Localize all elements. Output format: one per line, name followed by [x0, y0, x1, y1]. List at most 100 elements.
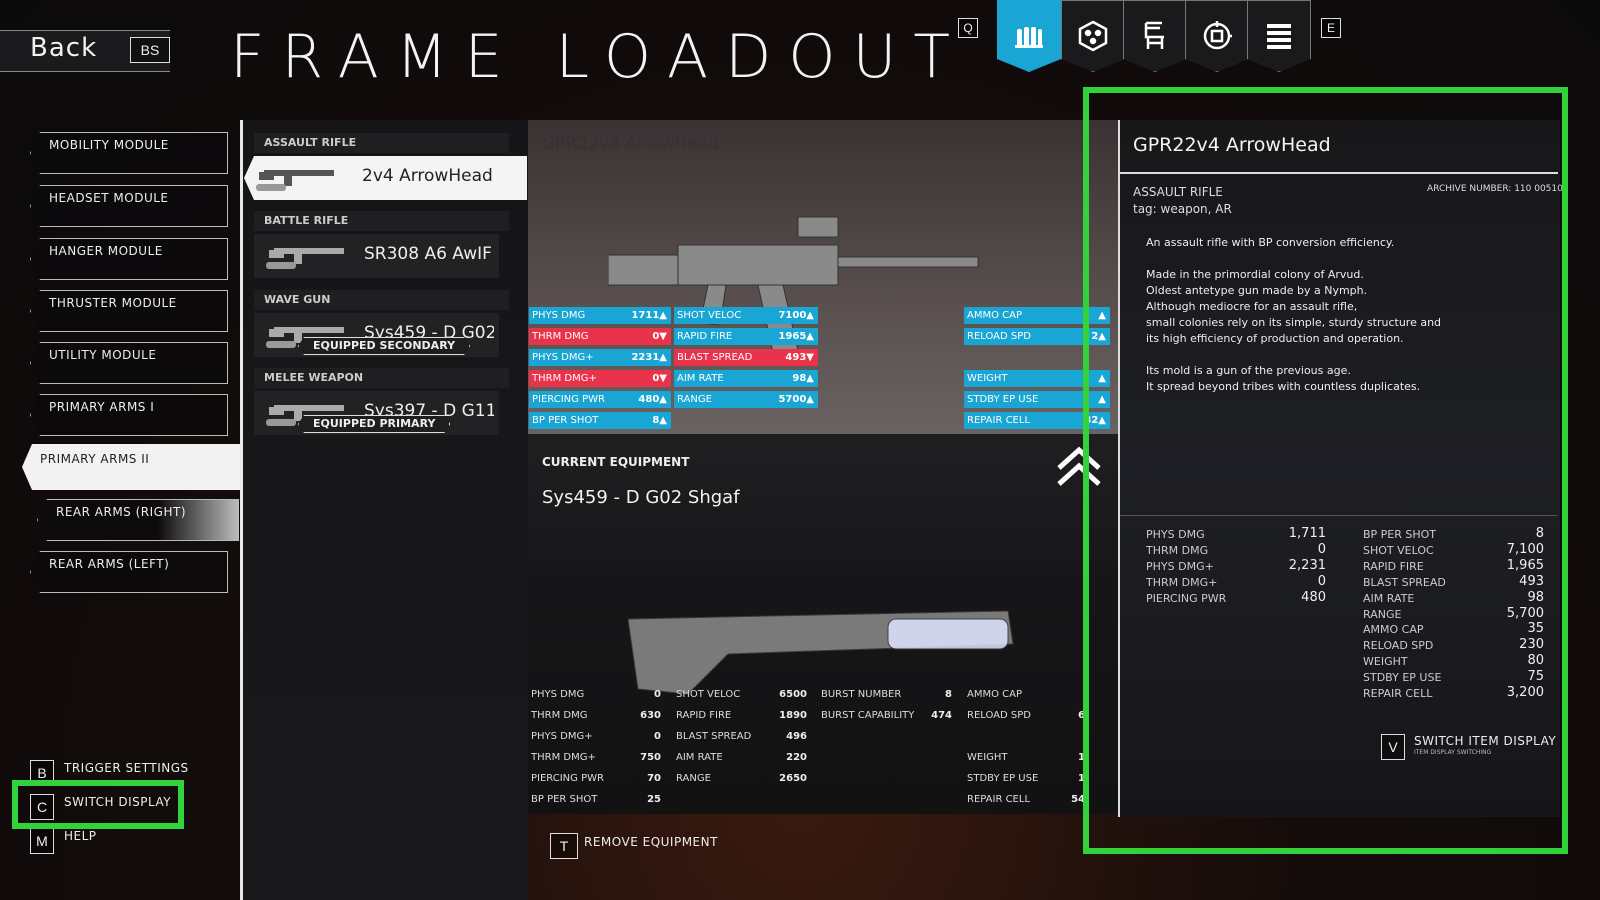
stat-label: BP PER SHOT: [532, 415, 599, 426]
stat-label: WEIGHT: [967, 373, 1008, 384]
category-header: WAVE GUN: [254, 290, 509, 310]
tab-weapons[interactable]: [997, 0, 1061, 72]
preview-stat: THRM DMG+ 0▼: [529, 370, 671, 387]
current-stat-label: BURST NUMBER: [821, 689, 902, 700]
current-stat-value: 1: [1078, 773, 1085, 784]
highlight-detail-panel: [1083, 87, 1568, 854]
stat-label: RANGE: [677, 394, 712, 405]
stat-label: SHOT VELOC: [677, 310, 742, 321]
tab-list[interactable]: [1247, 0, 1311, 72]
current-stat-label: REPAIR CELL: [967, 794, 1031, 805]
frame-icon: [1078, 20, 1108, 52]
menu-item-label: PRIMARY ARMS I: [49, 400, 155, 414]
weapon-name: 2v4 ArrowHead: [362, 166, 493, 186]
current-stat-label: RAPID FIRE: [676, 710, 732, 721]
weapon-list-item[interactable]: Sys397 - D G11 I EQUIPPED PRIMARY: [254, 391, 499, 435]
tab-frame[interactable]: [1061, 0, 1125, 72]
current-stat-value: 6: [1078, 710, 1085, 721]
menu-item-6[interactable]: PRIMARY ARMS II: [22, 444, 240, 490]
tab-seat[interactable]: [1123, 0, 1187, 72]
current-stat-value: 0: [654, 731, 661, 742]
stat-value: 0▼: [652, 331, 667, 342]
stat-value: 0▼: [652, 373, 667, 384]
prev-tab-key: Q: [958, 18, 978, 38]
current-stat-label: STDBY EP USE: [967, 773, 1039, 784]
preview-stat: AIM RATE 98▲: [674, 370, 818, 387]
stat-label: PHYS DMG+: [532, 352, 594, 363]
current-stat-label: BP PER SHOT: [531, 794, 598, 805]
menu-item-0[interactable]: MOBILITY MODULE: [30, 132, 228, 174]
weapon-list-item[interactable]: SR308 A6 AwIF: [254, 234, 499, 278]
current-stat-label: SHOT VELOC: [676, 689, 741, 700]
preview-stat: PHYS DMG+ 2231▲: [529, 349, 671, 366]
bottom-action-button[interactable]: TRIGGER SETTINGS: [64, 761, 189, 775]
back-key-hint: BS: [130, 37, 170, 63]
stat-label: THRM DMG: [532, 331, 589, 342]
stat-value: 1965▲: [778, 331, 814, 342]
stat-label: REPAIR CELL: [967, 415, 1031, 426]
current-stat-value: 70: [647, 773, 661, 784]
weapon-name: SR308 A6 AwIF: [364, 244, 492, 264]
stat-label: AMMO CAP: [967, 310, 1022, 321]
menu-item-label: HANGER MODULE: [49, 244, 163, 258]
stat-label: BLAST SPREAD: [677, 352, 753, 363]
highlight-switch-display: [12, 780, 184, 829]
current-stat-value: 1890: [779, 710, 807, 721]
current-stat-label: RANGE: [676, 773, 711, 784]
preview-stat: PHYS DMG 1711▲: [529, 307, 671, 324]
stat-value: 8▲: [652, 415, 667, 426]
weapon-list-item[interactable]: Sys459 - D G02 EQUIPPED SECONDARY: [254, 313, 499, 357]
stat-label: THRM DMG+: [532, 373, 597, 384]
chair-icon: [1144, 21, 1164, 49]
stat-value: 98▲: [792, 373, 814, 384]
current-stat-value: 496: [786, 731, 807, 742]
current-stat-label: AMMO CAP: [967, 689, 1022, 700]
menu-item-label: HEADSET MODULE: [49, 191, 169, 205]
preview-stat: RAPID FIRE 1965▲: [674, 328, 818, 345]
current-stat-value: 0: [654, 689, 661, 700]
current-stat-value: 6500: [779, 689, 807, 700]
category-header: ASSAULT RIFLE: [254, 133, 509, 153]
menu-item-label: PRIMARY ARMS II: [40, 452, 150, 466]
current-stat-label: BLAST SPREAD: [676, 731, 752, 742]
menu-item-2[interactable]: HANGER MODULE: [30, 238, 228, 280]
current-stat-label: BURST CAPABILITY: [821, 710, 915, 721]
back-label: Back: [30, 33, 98, 63]
current-stat-label: PHYS DMG+: [531, 731, 593, 742]
preview-stat: SHOT VELOC 7100▲: [674, 307, 818, 324]
menu-item-label: REAR ARMS (RIGHT): [56, 505, 187, 519]
next-tab-key: E: [1321, 18, 1341, 38]
equipped-badge: EQUIPPED PRIMARY: [298, 415, 450, 433]
page-title: FRAME LOADOUT: [230, 22, 968, 92]
current-stat-value: 630: [640, 710, 661, 721]
preview-stat: BLAST SPREAD 493▼: [674, 349, 818, 366]
menu-item-label: REAR ARMS (LEFT): [49, 557, 170, 571]
menu-item-1[interactable]: HEADSET MODULE: [30, 185, 228, 227]
current-equipment-label: CURRENT EQUIPMENT: [542, 455, 690, 469]
weapon-list-item[interactable]: 2v4 ArrowHead: [244, 156, 527, 200]
stat-value: 1711▲: [631, 310, 667, 321]
stat-label: RELOAD SPD: [967, 331, 1031, 342]
current-stat-value: 8: [945, 689, 952, 700]
stat-label: PHYS DMG: [532, 310, 586, 321]
remove-equipment-button[interactable]: REMOVE EQUIPMENT: [584, 835, 718, 849]
menu-item-3[interactable]: THRUSTER MODULE: [30, 290, 228, 332]
current-stat-label: WEIGHT: [967, 752, 1008, 763]
current-stat-value: 25: [647, 794, 661, 805]
tab-chip[interactable]: [1185, 0, 1249, 72]
menu-item-8[interactable]: REAR ARMS (LEFT): [30, 551, 228, 593]
menu-item-5[interactable]: PRIMARY ARMS I: [30, 394, 228, 436]
current-stat-value: 474: [931, 710, 952, 721]
list-icon: [1267, 24, 1291, 49]
stat-label: STDBY EP USE: [967, 394, 1039, 405]
menu-item-label: THRUSTER MODULE: [49, 296, 177, 310]
preview-weapon-name: GPR22v4 ArrowHead: [542, 134, 719, 154]
current-stat-label: THRM DMG: [531, 710, 588, 721]
bottom-action-button[interactable]: HELP: [64, 829, 97, 843]
ammo-icon: [1015, 27, 1043, 48]
current-stat-value: 220: [786, 752, 807, 763]
menu-item-4[interactable]: UTILITY MODULE: [30, 342, 228, 384]
menu-item-7[interactable]: REAR ARMS (RIGHT): [37, 499, 239, 541]
equipped-badge: EQUIPPED SECONDARY: [298, 337, 470, 355]
stat-label: RAPID FIRE: [677, 331, 733, 342]
